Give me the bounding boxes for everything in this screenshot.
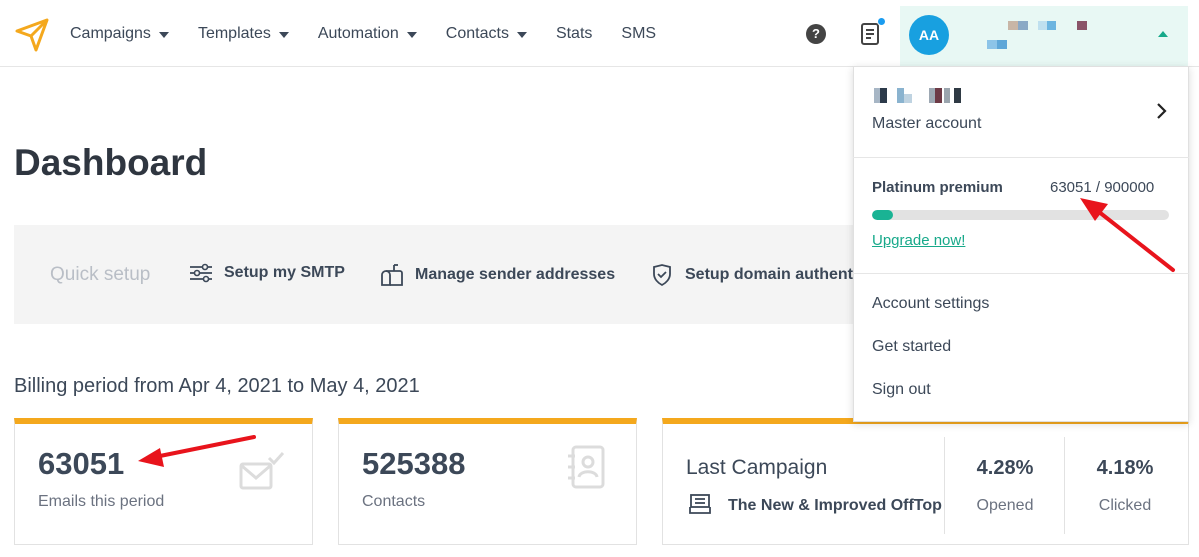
setup-domain-label: Setup domain authenti <box>685 266 858 283</box>
setup-domain-auth-button[interactable]: Setup domain authenti <box>650 263 857 287</box>
avatar: AA <box>909 15 949 55</box>
emails-label: Emails this period <box>38 493 165 510</box>
last-campaign-card <box>662 418 1189 545</box>
dropdown-divider <box>853 273 1189 274</box>
shield-check-icon <box>653 264 671 287</box>
nav-stats[interactable]: Stats <box>556 25 592 43</box>
main-nav: Campaigns Templates Automation Contacts … <box>70 0 685 67</box>
last-campaign-name[interactable]: The New & Improved OffTop <box>728 497 942 515</box>
account-settings-link[interactable]: Account settings <box>872 295 989 313</box>
opened-label: Opened <box>976 497 1034 514</box>
upgrade-link[interactable]: Upgrade now! <box>872 232 965 249</box>
account-row[interactable] <box>853 67 1189 157</box>
plan-name: Platinum premium <box>872 179 1003 196</box>
mailbox-icon <box>381 264 403 286</box>
nav-campaigns-label: Campaigns <box>70 24 151 42</box>
sign-out-link[interactable]: Sign out <box>872 381 931 399</box>
nav-sms-label: SMS <box>621 24 657 42</box>
chevron-down-icon <box>516 31 527 38</box>
quick-setup-label: Quick setup <box>50 264 151 285</box>
manage-sender-label: Manage sender addresses <box>415 266 616 283</box>
contacts-count: 525388 <box>362 446 466 481</box>
nav-stats-label: Stats <box>555 24 593 42</box>
emails-count: 63051 <box>38 446 125 481</box>
chevron-down-icon <box>406 31 417 38</box>
chevron-up-icon <box>1158 31 1168 37</box>
nav-contacts[interactable]: Contacts <box>446 25 527 43</box>
nav-automation-label: Automation <box>317 24 399 42</box>
dropdown-divider <box>853 157 1189 158</box>
nav-contacts-label: Contacts <box>445 24 509 42</box>
divider <box>944 437 945 534</box>
address-book-icon <box>568 445 605 489</box>
manage-sender-addresses-button[interactable]: Manage sender addresses <box>380 263 615 287</box>
notification-badge <box>877 17 886 26</box>
chevron-right-icon <box>1157 103 1167 119</box>
usage-progress-bar <box>872 210 1169 220</box>
setup-smtp-button[interactable]: Setup my SMTP <box>189 263 345 283</box>
nav-campaigns[interactable]: Campaigns <box>70 25 169 43</box>
campaign-icon <box>689 494 711 514</box>
envelope-check-icon <box>239 451 285 490</box>
contacts-label: Contacts <box>362 493 426 510</box>
usage-progress-fill <box>872 210 893 220</box>
chevron-down-icon <box>158 31 169 38</box>
setup-smtp-label: Setup my SMTP <box>224 264 345 281</box>
clicked-rate: 4.18% <box>1096 457 1154 479</box>
last-campaign-title: Last Campaign <box>686 456 828 479</box>
nav-templates-label: Templates <box>197 24 271 42</box>
get-started-link[interactable]: Get started <box>872 338 951 356</box>
divider <box>1064 437 1065 534</box>
logo-paper-plane-icon[interactable] <box>14 17 50 53</box>
page-title: Dashboard <box>14 142 208 183</box>
opened-rate: 4.28% <box>976 457 1034 479</box>
clicked-label: Clicked <box>1098 497 1152 514</box>
help-icon[interactable]: ? <box>806 24 826 44</box>
chevron-down-icon <box>278 31 289 38</box>
nav-sms[interactable]: SMS <box>621 25 656 43</box>
plan-usage: 63051 / 900000 <box>1050 179 1155 196</box>
sliders-icon <box>190 263 212 283</box>
account-type-label: Master account <box>872 115 982 132</box>
nav-templates[interactable]: Templates <box>198 25 289 43</box>
nav-automation[interactable]: Automation <box>318 25 417 43</box>
billing-period: Billing period from Apr 4, 2021 to May 4… <box>14 375 420 397</box>
